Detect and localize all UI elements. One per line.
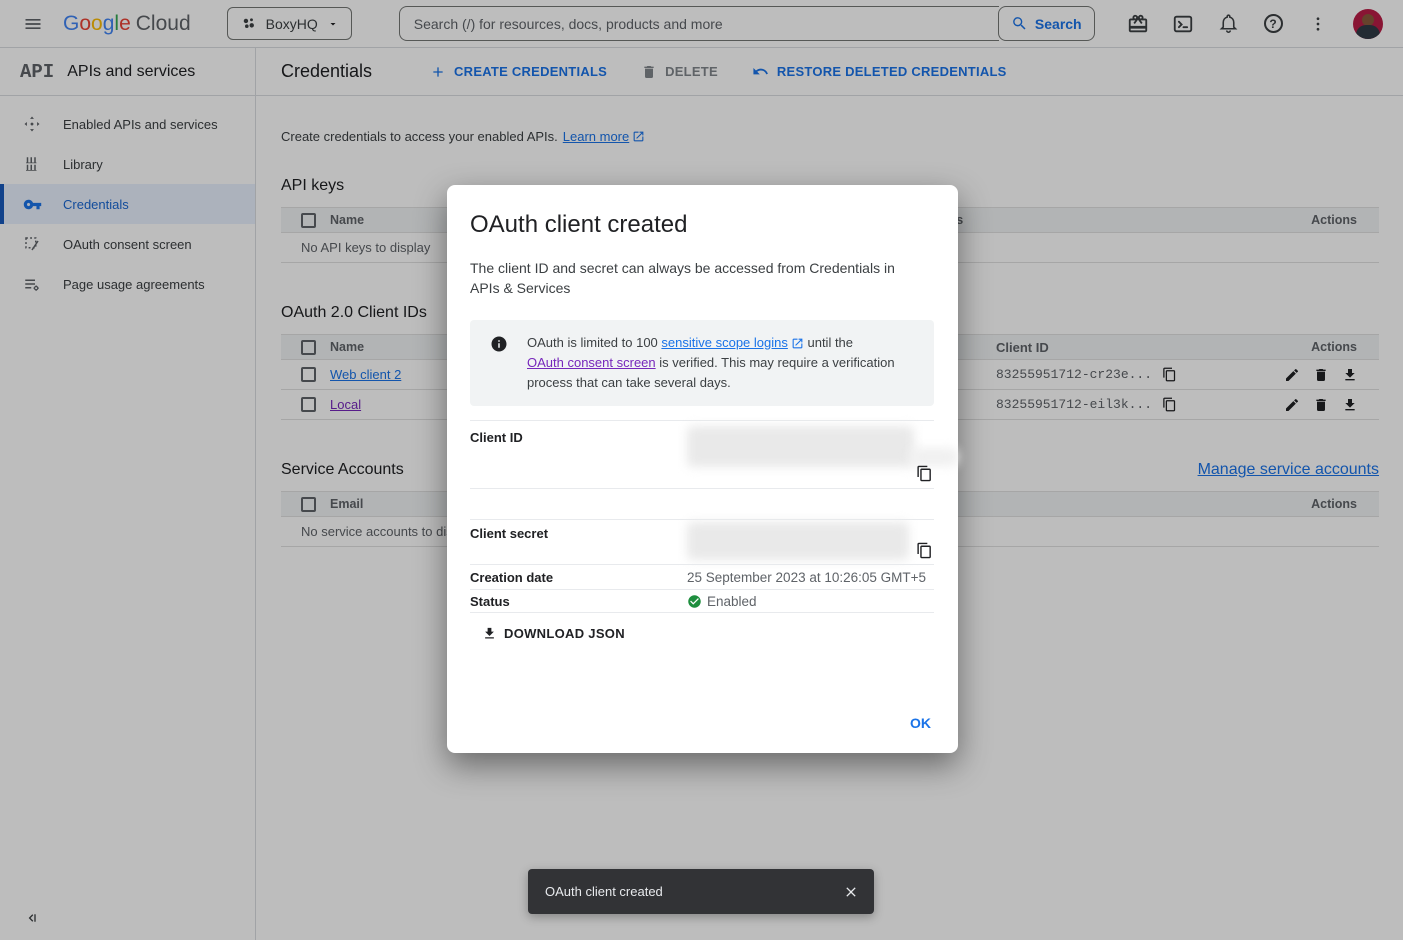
redacted-client-secret bbox=[687, 522, 909, 560]
external-link-icon bbox=[791, 337, 804, 350]
status-row: Status Enabled bbox=[470, 589, 934, 613]
oauth-limit-notice: OAuth is limited to 100 sensitive scope … bbox=[470, 320, 934, 406]
status-label: Status bbox=[470, 594, 687, 609]
copy-client-secret-icon[interactable] bbox=[916, 542, 933, 559]
status-enabled-icon bbox=[687, 594, 702, 609]
client-secret-label: Client secret bbox=[470, 520, 687, 564]
client-id-row: Client ID bbox=[470, 420, 934, 488]
oauth-client-created-dialog: OAuth client created The client ID and s… bbox=[447, 185, 958, 753]
download-icon bbox=[482, 626, 497, 641]
redacted-client-id bbox=[687, 426, 914, 467]
dialog-fields: Client ID Client secret Creation date 25… bbox=[470, 420, 934, 613]
snackbar: OAuth client created bbox=[528, 869, 874, 914]
dialog-subtitle: The client ID and secret can always be a… bbox=[470, 258, 925, 298]
download-json-button[interactable]: DOWNLOAD JSON bbox=[482, 626, 625, 641]
client-id-label: Client ID bbox=[470, 421, 687, 488]
creation-date-value: 25 September 2023 at 10:26:05 GMT+5 bbox=[687, 570, 926, 585]
client-secret-row: Client secret bbox=[470, 519, 934, 564]
info-icon bbox=[470, 333, 527, 393]
spacer-row bbox=[470, 488, 934, 519]
creation-date-label: Creation date bbox=[470, 570, 687, 585]
close-icon[interactable] bbox=[843, 884, 859, 900]
status-badge: Enabled bbox=[707, 594, 757, 609]
ok-button[interactable]: OK bbox=[910, 715, 931, 731]
snackbar-message: OAuth client created bbox=[545, 884, 663, 899]
dialog-title: OAuth client created bbox=[447, 185, 958, 239]
oauth-consent-screen-link[interactable]: OAuth consent screen bbox=[527, 353, 656, 373]
creation-date-row: Creation date 25 September 2023 at 10:26… bbox=[470, 564, 934, 589]
copy-client-id-icon[interactable] bbox=[916, 465, 933, 482]
sensitive-scope-logins-link[interactable]: sensitive scope logins bbox=[661, 333, 803, 353]
